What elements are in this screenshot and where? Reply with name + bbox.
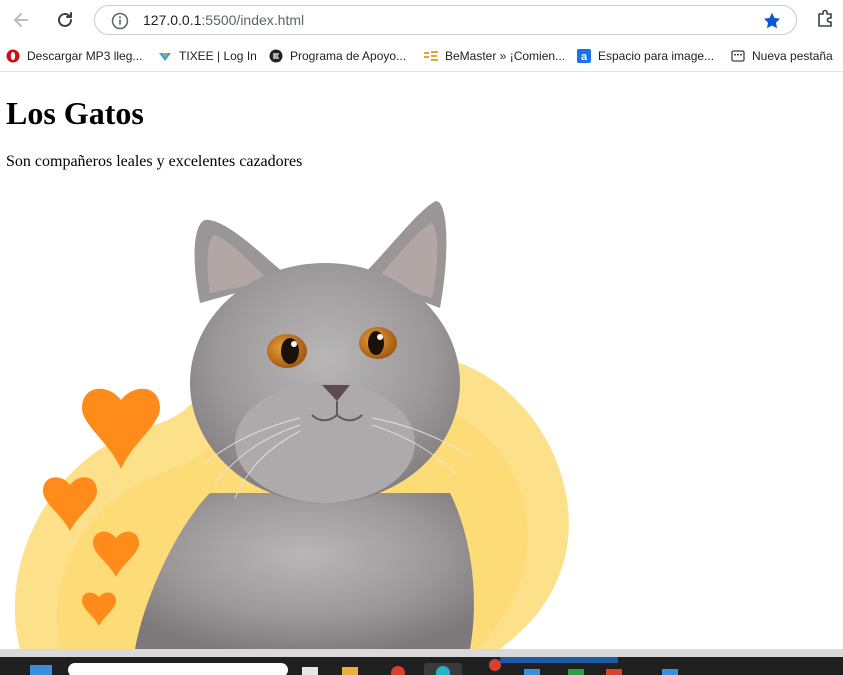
bookmark-espacio-imagenes[interactable]: a Espacio para image...	[577, 47, 714, 65]
bookmark-programa-apoyo[interactable]: Programa de Apoyo...	[269, 47, 406, 65]
puzzle-icon	[818, 9, 832, 27]
page-title: Los Gatos	[6, 95, 144, 131]
bookmark-label: TIXEE | Log In	[179, 49, 257, 63]
back-button[interactable]	[6, 5, 36, 35]
new-tab-icon	[731, 50, 745, 62]
bookmark-label: Programa de Apoyo...	[290, 49, 407, 63]
bookmark-tixee[interactable]: TIXEE | Log In	[158, 47, 257, 65]
reload-icon	[58, 12, 72, 27]
back-arrow-icon	[14, 13, 28, 27]
cat-hero-image	[14, 201, 569, 649]
bookmark-label: BeMaster » ¡Comien...	[445, 49, 566, 63]
bookmark-label: Descargar MP3 lleg...	[27, 49, 143, 63]
reload-button[interactable]	[50, 5, 80, 35]
opera-icon	[6, 49, 20, 63]
url-text[interactable]: 127.0.0.1:5500/index.html	[143, 12, 304, 28]
taskbar-app-icon	[302, 667, 318, 675]
taskbar-app-icon	[568, 669, 584, 675]
taskbar-app-icon	[391, 666, 405, 675]
extensions-button[interactable]	[815, 7, 837, 34]
bookmarks-bar: Descargar MP3 lleg... TIXEE | Log In Pro…	[0, 40, 843, 72]
cat-right-eye	[359, 327, 397, 359]
a-logo-icon: a	[577, 49, 591, 63]
taskbar-search-box	[68, 663, 288, 675]
tixee-icon	[159, 53, 171, 61]
browser-toolbar: 127.0.0.1:5500/index.html	[0, 0, 843, 40]
page-subtitle: Son compañeros leales y excelentes cazad…	[6, 153, 303, 170]
url-host: 127.0.0.1	[143, 12, 202, 28]
taskbar-icons	[30, 657, 678, 675]
horizontal-scrollbar[interactable]	[0, 649, 843, 657]
e-logo-icon	[269, 49, 283, 63]
os-taskbar	[0, 657, 843, 675]
bookmark-descargar-mp3[interactable]: Descargar MP3 lleg...	[6, 47, 142, 65]
taskbar-app-icon	[606, 669, 622, 675]
windows-start-icon	[30, 665, 52, 675]
notification-badge	[489, 659, 501, 671]
address-bar[interactable]: 127.0.0.1:5500/index.html	[94, 5, 797, 35]
taskbar-app-icon	[500, 657, 618, 663]
bookmark-bemaster[interactable]: BeMaster » ¡Comien...	[424, 47, 565, 65]
cat-left-eye	[267, 334, 307, 368]
bookmark-nueva-pestana[interactable]: Nueva pestaña	[731, 47, 833, 65]
site-info-icon[interactable]	[111, 12, 129, 30]
bookmark-star-icon[interactable]	[762, 11, 782, 31]
svg-text:a: a	[581, 51, 588, 63]
bemaster-icon	[424, 51, 438, 61]
bookmark-label: Nueva pestaña	[752, 49, 833, 63]
bookmark-label: Espacio para image...	[598, 49, 715, 63]
taskbar-app-icon	[662, 669, 678, 675]
page-viewport: Los Gatos Son compañeros leales y excele…	[0, 73, 843, 649]
taskbar-app-icon	[524, 669, 540, 675]
url-path: :5500/index.html	[201, 12, 305, 28]
folder-icon	[342, 667, 358, 675]
